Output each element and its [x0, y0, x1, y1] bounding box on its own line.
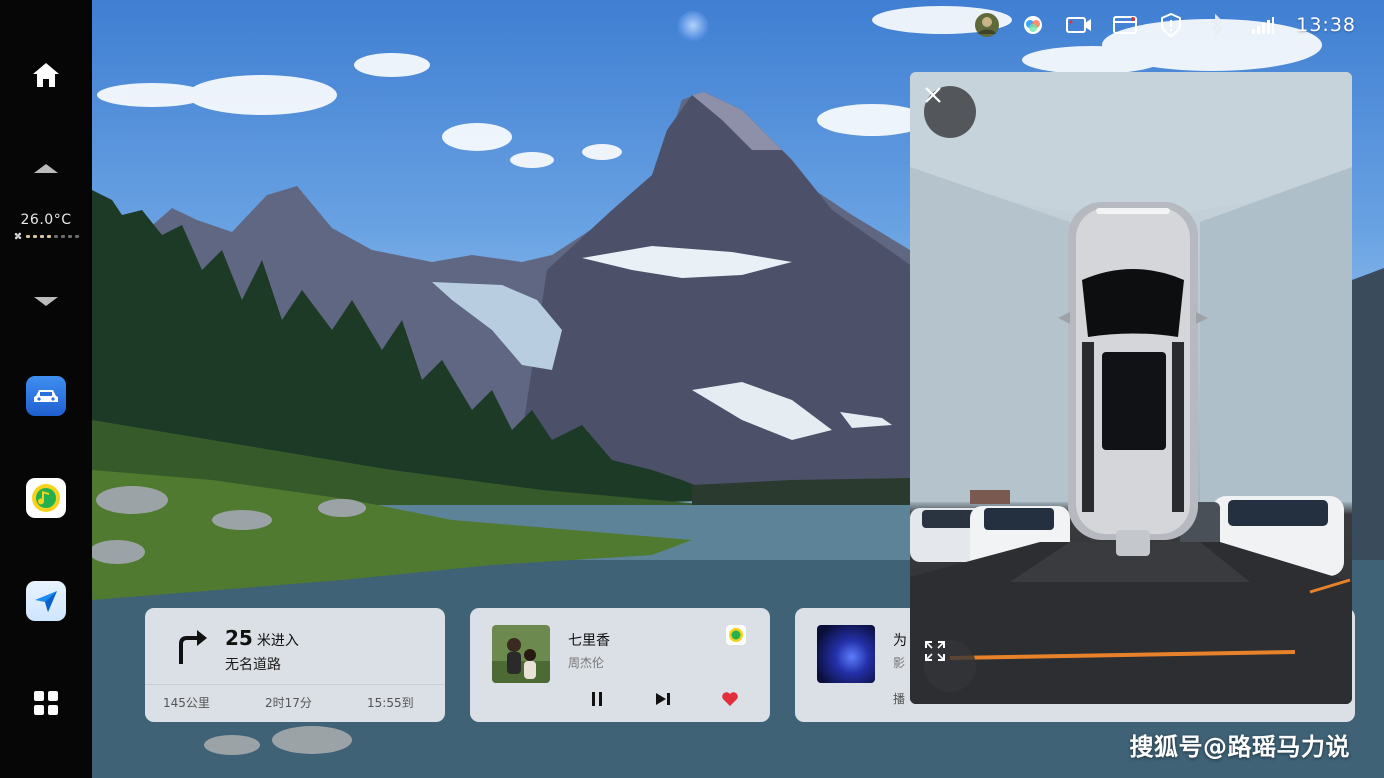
all-apps-button[interactable]: [0, 688, 92, 718]
temp-up-button[interactable]: [0, 158, 92, 178]
fan-level-indicator: [0, 231, 92, 241]
assistant-icon: [1024, 16, 1043, 34]
remaining-distance: 145公里: [163, 696, 210, 710]
album-cover: [492, 625, 550, 683]
voice-assistant-orb[interactable]: [677, 11, 709, 43]
chevron-down-icon: [34, 297, 58, 306]
chevron-up-icon: [34, 164, 58, 173]
fullscreen-icon: [925, 641, 945, 661]
message-icon: [1113, 16, 1138, 34]
home-button[interactable]: [0, 56, 92, 94]
turn-distance: 25 米进入: [225, 626, 299, 650]
fan-icon: [14, 232, 22, 240]
grid-icon: [34, 691, 58, 715]
fullscreen-button[interactable]: [924, 640, 976, 692]
media-footer: 播: [893, 692, 906, 706]
music-card[interactable]: 七里香 周杰伦: [470, 608, 770, 722]
qq-music-icon: [26, 478, 66, 518]
climate-temperature[interactable]: 26.0°C: [0, 212, 92, 241]
fan-dot: [61, 234, 65, 238]
watermark: 搜狐号@路瑶马力说: [1129, 733, 1350, 761]
temperature-value: 26.0°C: [20, 212, 72, 228]
fan-dot: [47, 234, 51, 238]
favorite-button[interactable]: [718, 688, 742, 710]
left-dock: 26.0°C: [0, 0, 92, 778]
avatar[interactable]: [974, 12, 1000, 38]
parking-camera-view: [910, 72, 1352, 704]
pause-button[interactable]: [585, 688, 609, 710]
signal-icon: [1252, 17, 1275, 34]
signal-status: [1250, 12, 1276, 38]
clock: 13:38: [1296, 14, 1356, 36]
surround-view-image: [910, 72, 1352, 704]
car-app-button[interactable]: [0, 375, 92, 417]
vehicle-top-view: [1058, 202, 1208, 556]
fan-dot: [33, 234, 37, 238]
message-button[interactable]: [1112, 12, 1138, 38]
turn-right-icon: [179, 630, 207, 664]
media-title: 为: [893, 633, 907, 649]
shield-icon: [1161, 13, 1182, 37]
fan-dot: [54, 234, 58, 238]
camera-icon: [1066, 17, 1092, 33]
navigation-card[interactable]: 25 米进入 无名道路 145公里 2时17分 15:55到: [145, 608, 445, 722]
temp-down-button[interactable]: [0, 292, 92, 312]
road-name: 无名道路: [225, 657, 281, 673]
next-track-button[interactable]: [651, 688, 675, 710]
close-camera-button[interactable]: [924, 86, 976, 138]
status-bar: 13:38: [974, 10, 1356, 40]
song-artist: 周杰伦: [568, 656, 605, 670]
bluetooth-status[interactable]: [1204, 12, 1230, 38]
music-source-badge: [726, 625, 746, 645]
pause-icon: [592, 692, 602, 706]
heart-icon: [722, 692, 738, 706]
distance-unit: 米进入: [256, 633, 299, 649]
assistant-button[interactable]: [1020, 12, 1046, 38]
navigation-app-icon: [26, 581, 66, 621]
fan-dot: [40, 234, 44, 238]
media-subtitle: 影: [893, 656, 906, 670]
home-icon: [33, 63, 59, 87]
fan-dot: [26, 234, 30, 238]
qq-music-icon: [729, 628, 743, 642]
car-app-icon: [26, 376, 66, 416]
divider: [145, 684, 445, 685]
distance-value: 25: [225, 626, 253, 650]
qq-music-button[interactable]: [0, 477, 92, 519]
avatar-icon: [975, 13, 1000, 37]
song-title: 七里香: [568, 633, 610, 649]
remaining-time: 2时17分: [265, 696, 312, 710]
media-cover: [817, 625, 875, 683]
navigation-app-button[interactable]: [0, 580, 92, 622]
dashcam-button[interactable]: [1066, 12, 1092, 38]
next-track-icon: [656, 693, 670, 705]
eta: 15:55到: [367, 696, 414, 710]
security-button[interactable]: [1158, 12, 1184, 38]
fan-dot: [68, 234, 72, 238]
fan-dot: [75, 234, 79, 238]
bluetooth-icon: [1211, 14, 1223, 36]
close-icon: [925, 87, 941, 103]
